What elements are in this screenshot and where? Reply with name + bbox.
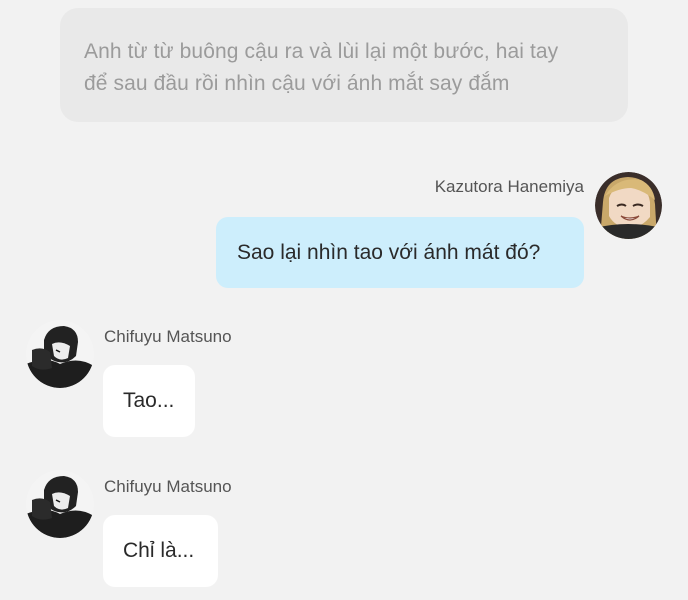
narration-line-1: Anh từ từ buông cậu ra và lùi lại một bư… (84, 40, 559, 63)
sender-name-chifuyu: Chifuyu Matsuno (104, 327, 232, 346)
message-text: Tao... (123, 389, 175, 412)
message-text: Chỉ là... (123, 539, 195, 562)
message-bubble-chifuyu-2[interactable]: Chỉ là... (103, 515, 218, 587)
narration-line-2: để sau đầu rồi nhìn cậu với ánh mắt say … (84, 72, 510, 95)
sender-name-kazutora: Kazutora Hanemiya (434, 177, 584, 196)
narration-bubble: Anh từ từ buông cậu ra và lùi lại một bư… (60, 8, 628, 122)
message-text: Sao lại nhìn tao với ánh mát đó? (237, 240, 541, 264)
kazutora-avatar-icon[interactable] (595, 172, 662, 239)
sender-name-chifuyu: Chifuyu Matsuno (104, 477, 232, 496)
message-bubble-chifuyu-1[interactable]: Tao... (103, 365, 195, 437)
chifuyu-avatar-icon[interactable] (26, 470, 94, 538)
chifuyu-avatar-icon[interactable] (26, 320, 94, 388)
message-bubble-kazutora[interactable]: Sao lại nhìn tao với ánh mát đó? (216, 217, 584, 288)
